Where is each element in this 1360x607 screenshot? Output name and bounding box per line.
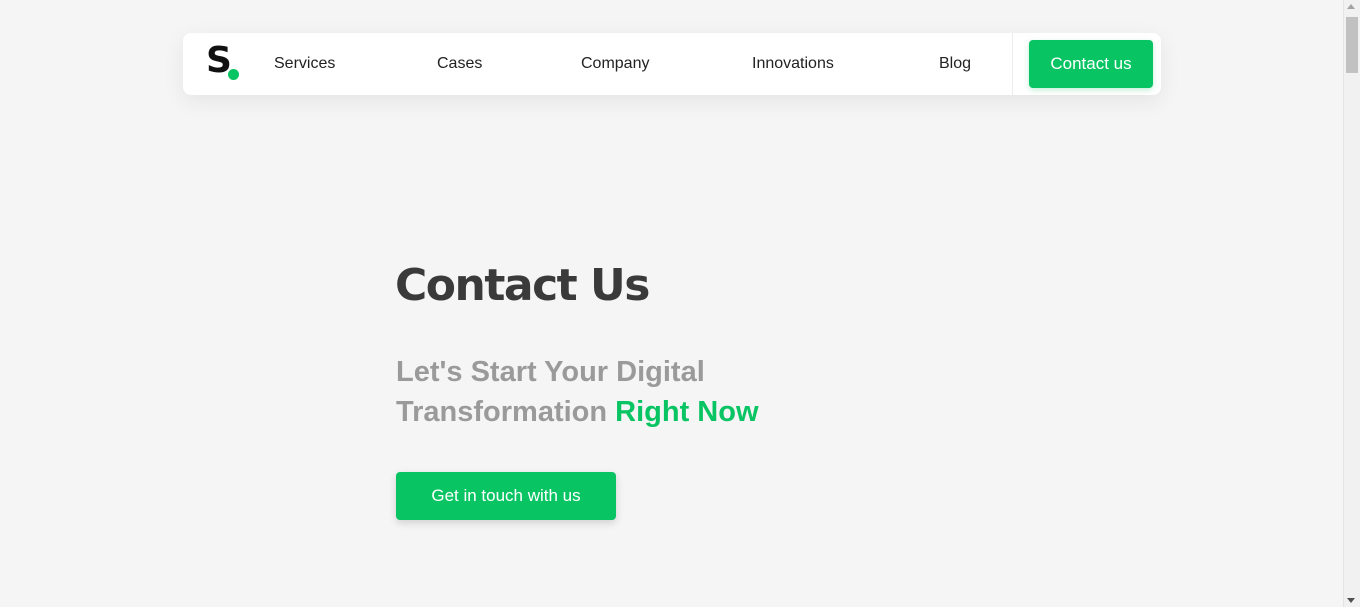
page-title: Contact Us bbox=[395, 260, 650, 311]
brand-logo[interactable]: S bbox=[206, 41, 242, 83]
nav-link-cases[interactable]: Cases bbox=[437, 54, 482, 74]
hero-subtitle: Let's Start Your Digital Transformation … bbox=[396, 352, 759, 432]
nav-link-innovations[interactable]: Innovations bbox=[752, 54, 834, 74]
vertical-scrollbar[interactable] bbox=[1343, 0, 1360, 607]
get-in-touch-button[interactable]: Get in touch with us bbox=[396, 472, 616, 520]
nav-link-company[interactable]: Company bbox=[581, 54, 649, 74]
chevron-up-icon[interactable] bbox=[1347, 4, 1355, 9]
top-navbar: S Services Cases Company Innovations Blo… bbox=[183, 33, 1161, 95]
page: S Services Cases Company Innovations Blo… bbox=[0, 0, 1360, 607]
nav-link-services[interactable]: Services bbox=[274, 54, 335, 74]
chevron-down-icon[interactable] bbox=[1347, 598, 1355, 603]
nav-divider bbox=[1012, 33, 1013, 95]
hero-subtitle-accent: Right Now bbox=[615, 396, 759, 428]
nav-link-blog[interactable]: Blog bbox=[939, 54, 971, 74]
contact-us-button[interactable]: Contact us bbox=[1029, 40, 1153, 88]
scrollbar-thumb[interactable] bbox=[1346, 17, 1358, 73]
hero-subtitle-line1: Let's Start Your Digital bbox=[396, 356, 705, 388]
hero-subtitle-line2: Transformation bbox=[396, 396, 608, 428]
logo-dot-icon bbox=[228, 69, 239, 80]
